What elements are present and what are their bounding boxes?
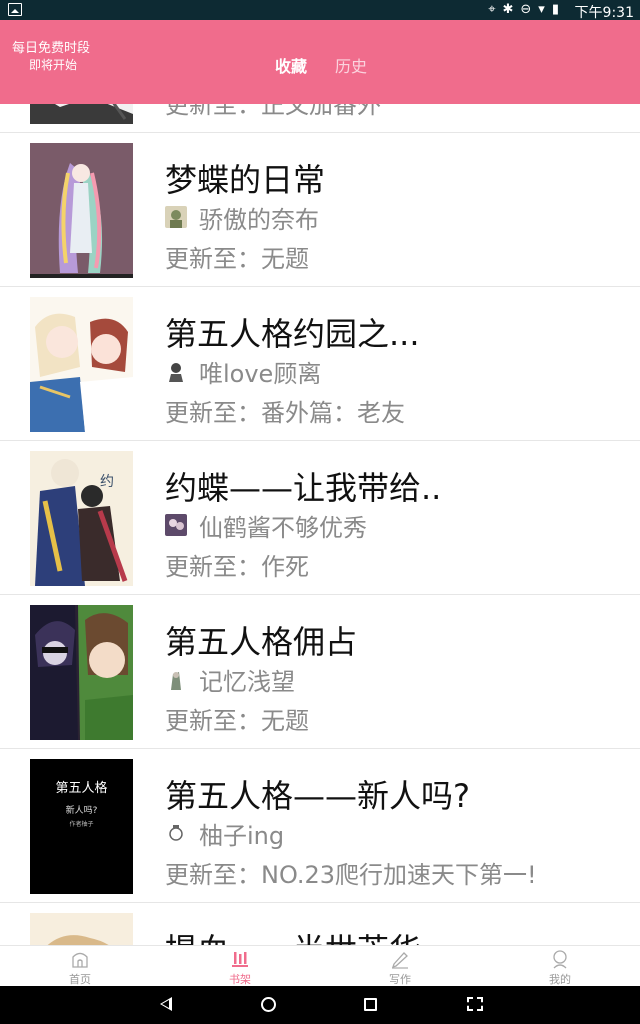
- author-name: 仙鹤酱不够优秀: [199, 513, 367, 542]
- book-cover: [30, 913, 133, 945]
- tab-label: 书架: [229, 973, 251, 986]
- book-author: 唯love顾离: [165, 357, 321, 388]
- author-avatar: [165, 360, 187, 382]
- home-button-icon[interactable]: [261, 997, 276, 1012]
- book-update: 更新至：作死: [165, 553, 309, 581]
- author-name: 柚子ing: [199, 821, 285, 850]
- screenshot-icon[interactable]: [467, 997, 483, 1011]
- book-title: 提血——半世芳华: [165, 925, 421, 945]
- book-cover: 第五人格 新人吗? 作者柚子: [30, 759, 133, 894]
- tab-favorites[interactable]: 收藏: [275, 53, 307, 77]
- book-cover: [30, 605, 133, 740]
- book-item[interactable]: 第五人格佣占 记忆浅望 更新至：无题: [0, 595, 640, 749]
- gallery-notification-icon: [8, 3, 22, 16]
- book-author: 柚子ing: [165, 819, 284, 850]
- tab-profile[interactable]: 我的: [520, 946, 600, 987]
- free-period-status[interactable]: 即将开始: [29, 56, 77, 73]
- book-cover: 约: [30, 451, 133, 586]
- author-name: 唯love顾离: [199, 359, 322, 388]
- book-author: 骄傲的奈布: [165, 203, 319, 234]
- cover-subtitle: 新人吗?: [65, 806, 98, 816]
- tab-label: 首页: [69, 973, 91, 986]
- recents-icon[interactable]: [364, 998, 377, 1011]
- book-author: 仙鹤酱不够优秀: [165, 511, 367, 542]
- book-title: 约蝶——让我带给..: [165, 469, 442, 507]
- system-nav-bar: [0, 986, 640, 1024]
- bookshelf-icon: [232, 952, 248, 967]
- book-item[interactable]: 第五人格约园之... 唯love顾离 更新至：番外篇：老友: [0, 287, 640, 441]
- author-avatar: [165, 514, 187, 536]
- book-cover: [30, 143, 133, 278]
- bookshelf-list[interactable]: 更新至：正文加番外 梦蝶的日常 骄傲的奈布 更新至：无题 第五人格约园之... …: [0, 20, 640, 945]
- tab-bookshelf[interactable]: 书架: [200, 946, 280, 987]
- tab-label: 写作: [389, 973, 411, 986]
- book-title: 第五人格——新人吗?: [165, 777, 470, 815]
- book-item[interactable]: 梦蝶的日常 骄傲的奈布 更新至：无题: [0, 133, 640, 287]
- tab-write[interactable]: 写作: [360, 946, 440, 987]
- home-icon: [72, 952, 88, 968]
- author-avatar: [165, 668, 187, 690]
- book-item-partial-bottom[interactable]: 提血——半世芳华: [0, 903, 640, 945]
- book-title: 第五人格约园之...: [165, 315, 420, 353]
- cover-title: 第五人格: [55, 781, 108, 796]
- book-title: 第五人格佣占: [165, 623, 358, 661]
- status-time: 下午9:31: [574, 5, 634, 21]
- pencil-icon: [391, 952, 408, 969]
- status-bar: ⌖✱⊖▾▮ 下午9:31: [0, 0, 640, 21]
- author-avatar: [165, 822, 187, 844]
- book-update: 更新至：NO.23爬行加速天下第一!: [165, 861, 537, 889]
- cover-author: 作者柚子: [69, 821, 94, 828]
- tab-home[interactable]: 首页: [40, 946, 120, 987]
- svg-text:约: 约: [100, 474, 114, 490]
- bottom-tab-bar: 首页 书架 写作 我的: [0, 945, 640, 986]
- status-icons: ⌖✱⊖▾▮: [488, 2, 566, 17]
- tab-history[interactable]: 历史: [335, 53, 367, 77]
- back-icon[interactable]: [160, 997, 172, 1011]
- free-period-label[interactable]: 每日免费时段: [12, 37, 90, 56]
- book-update: 更新至：番外篇：老友: [165, 399, 405, 427]
- author-avatar: [165, 206, 187, 228]
- book-update: 更新至：无题: [165, 707, 309, 735]
- book-cover: [30, 297, 133, 432]
- profile-icon: [553, 950, 567, 969]
- book-item[interactable]: 约 约蝶——让我带给.. 仙鹤酱不够优秀 更新至：作死: [0, 441, 640, 595]
- top-header: 每日免费时段 即将开始 收藏 历史: [0, 20, 640, 104]
- book-item[interactable]: 第五人格 新人吗? 作者柚子 第五人格——新人吗? 柚子ing 更新至：NO.2…: [0, 749, 640, 903]
- tab-label: 我的: [549, 973, 571, 986]
- book-update: 更新至：无题: [165, 245, 309, 273]
- author-name: 记忆浅望: [199, 667, 295, 696]
- book-author: 记忆浅望: [165, 665, 295, 696]
- author-name: 骄傲的奈布: [199, 205, 319, 234]
- book-title: 梦蝶的日常: [165, 161, 326, 199]
